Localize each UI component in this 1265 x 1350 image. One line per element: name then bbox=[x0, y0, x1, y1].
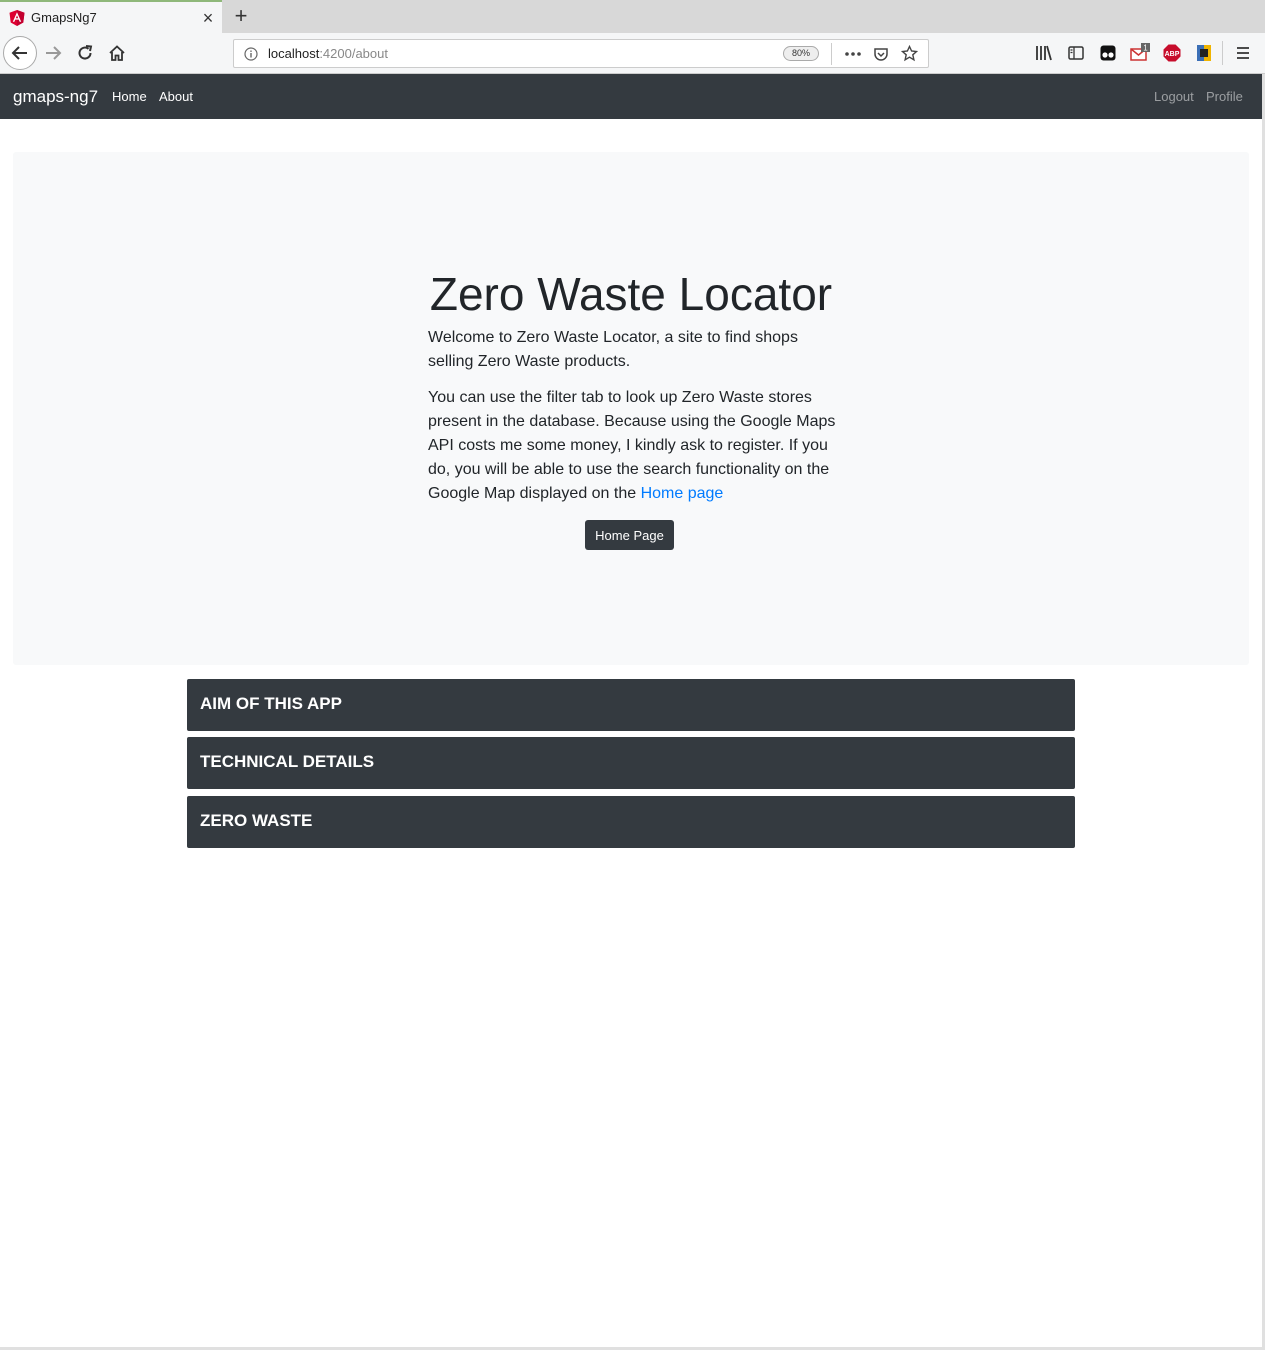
accordion-technical-details[interactable]: TECHNICAL DETAILS bbox=[187, 737, 1075, 789]
url-text[interactable]: localhost:4200/about bbox=[268, 46, 783, 61]
app-navbar: gmaps-ng7 Home About Logout Profile bbox=[0, 74, 1265, 119]
description-text: You can use the filter tab to look up Ze… bbox=[428, 389, 836, 502]
hero-jumbotron: Zero Waste Locator Welcome to Zero Waste… bbox=[13, 152, 1249, 665]
accordion-title: TECHNICAL DETAILS bbox=[200, 752, 375, 771]
tab-title: GmapsNg7 bbox=[31, 10, 97, 25]
hamburger-menu-icon[interactable] bbox=[1233, 43, 1253, 63]
home-page-link[interactable]: Home page bbox=[641, 485, 724, 502]
angular-icon bbox=[9, 9, 25, 26]
welcome-text: Welcome to Zero Waste Locator, a site to… bbox=[428, 329, 798, 370]
mail-count: 1 bbox=[1143, 44, 1148, 53]
tampermonkey-icon[interactable] bbox=[1098, 43, 1118, 63]
gmail-notifier-icon[interactable]: 1 bbox=[1130, 43, 1150, 63]
reload-button[interactable] bbox=[69, 37, 101, 69]
home-icon bbox=[109, 45, 125, 61]
browser-toolbar: localhost:4200/about 80% 1 ABP bbox=[0, 33, 1265, 74]
toolbar-divider bbox=[1222, 41, 1223, 65]
reload-icon bbox=[78, 45, 93, 60]
page-title: Zero Waste Locator bbox=[429, 268, 833, 320]
library-icon[interactable] bbox=[1034, 43, 1054, 63]
adblock-plus-icon[interactable]: ABP bbox=[1162, 43, 1182, 63]
sidebar-icon[interactable] bbox=[1066, 43, 1086, 63]
accordion-title: AIM OF THIS APP bbox=[200, 694, 342, 713]
forward-button[interactable] bbox=[37, 37, 69, 69]
url-bar[interactable]: localhost:4200/about 80% bbox=[233, 39, 929, 68]
home-page-button[interactable]: Home Page bbox=[585, 520, 674, 550]
back-button[interactable] bbox=[3, 36, 37, 70]
more-actions-icon[interactable] bbox=[844, 45, 862, 63]
arrow-right-icon bbox=[46, 46, 62, 60]
new-tab-icon[interactable]: + bbox=[228, 4, 254, 30]
nav-logout-link[interactable]: Logout bbox=[1154, 89, 1194, 104]
nav-about-link[interactable]: About bbox=[159, 89, 193, 104]
home-button[interactable] bbox=[101, 37, 133, 69]
arrow-left-icon bbox=[11, 46, 27, 60]
accordion-title: ZERO WASTE bbox=[200, 811, 313, 830]
browser-tab[interactable]: GmapsNg7 × bbox=[0, 0, 222, 33]
pocket-icon[interactable] bbox=[872, 45, 890, 63]
nav-profile-link[interactable]: Profile bbox=[1206, 89, 1243, 104]
info-icon[interactable] bbox=[244, 46, 258, 61]
brand-link[interactable]: gmaps-ng7 bbox=[13, 87, 98, 107]
browser-tab-bar: GmapsNg7 × + bbox=[0, 0, 1265, 33]
abp-label: ABP bbox=[1165, 51, 1180, 58]
extension-icon[interactable] bbox=[1194, 43, 1214, 63]
zoom-level-badge[interactable]: 80% bbox=[783, 46, 819, 61]
url-divider bbox=[831, 42, 832, 65]
close-tab-icon[interactable]: × bbox=[196, 9, 220, 27]
nav-home-link[interactable]: Home bbox=[112, 89, 147, 104]
bookmark-star-icon[interactable] bbox=[900, 45, 918, 63]
accordion-zero-waste[interactable]: ZERO WASTE bbox=[187, 796, 1075, 848]
accordion-aim[interactable]: AIM OF THIS APP bbox=[187, 679, 1075, 731]
